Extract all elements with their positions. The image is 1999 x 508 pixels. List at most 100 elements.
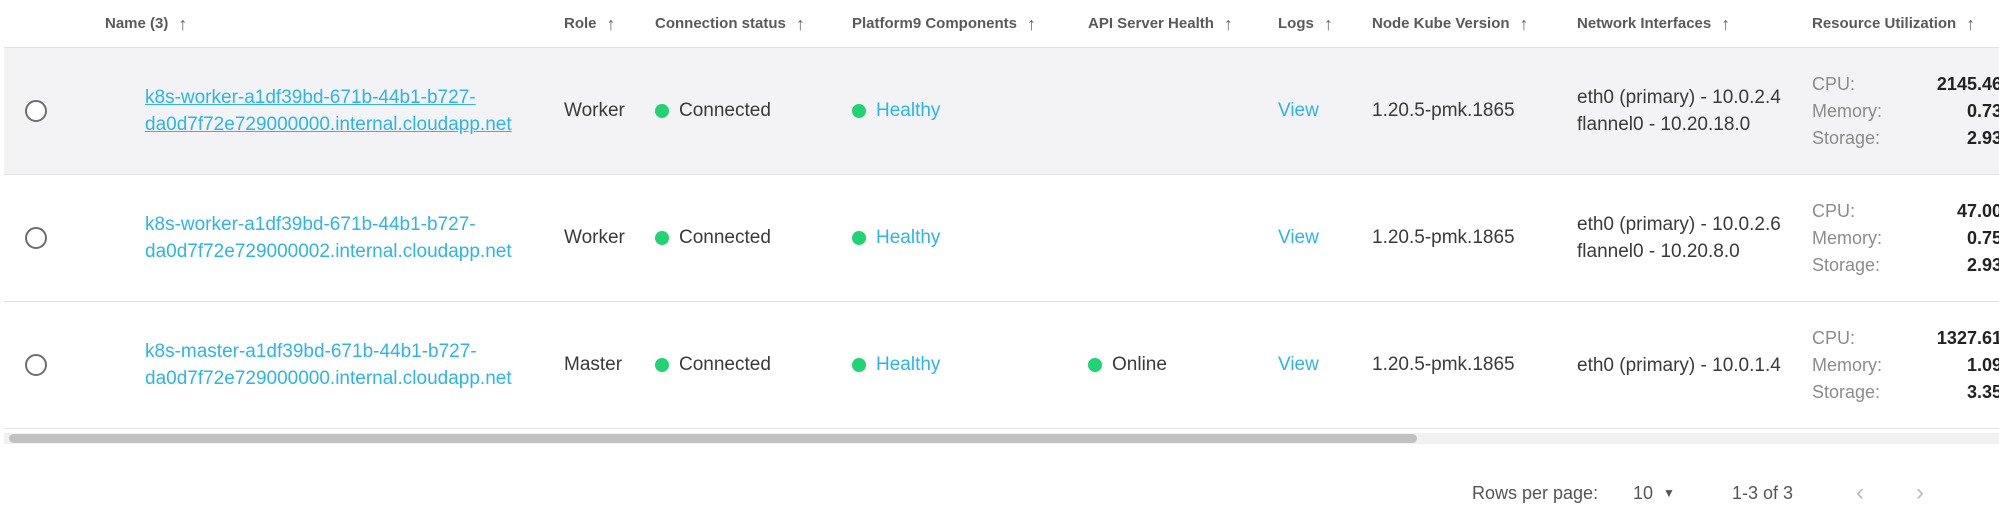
memory-label: Memory:	[1812, 100, 1883, 121]
arrow-up-icon[interactable]: ↑	[1520, 15, 1529, 33]
memory-value: 1.09	[1966, 354, 1999, 375]
column-header-network-interfaces[interactable]: Network Interfaces ↑	[1577, 0, 1730, 47]
node-name-link[interactable]: k8s-master-a1df39bd-671b-44b1-b727- da0d7…	[145, 338, 512, 392]
table-row[interactable]: k8s-worker-a1df39bd-671b-44b1-b727- da0d7…	[4, 48, 1999, 175]
kube-version-cell: 1.20.5-pmk.1865	[1372, 100, 1515, 121]
column-header-platform9-components[interactable]: Platform9 Components ↑	[852, 0, 1036, 47]
column-label: Platform9 Components	[852, 15, 1018, 32]
rows-per-page-label: Rows per page:	[1472, 482, 1599, 503]
network-interfaces-cell: eth0 (primary) - 10.0.2.4 flannel0 - 10.2…	[1577, 48, 1781, 174]
network-interface: eth0 (primary) - 10.0.1.4	[1577, 354, 1781, 376]
cpu-label: CPU:	[1812, 200, 1856, 221]
column-label: Connection status	[655, 15, 786, 32]
storage-value: 2.93	[1966, 254, 1999, 275]
connection-status-text: Connected	[679, 100, 771, 121]
node-table-page: Name (3) ↑ Role ↑ Connection status ↑ Platf…	[0, 0, 1999, 506]
connection-status-text: Connected	[679, 227, 771, 248]
cpu-value: 1327.61	[1936, 327, 1999, 348]
api-server-health-cell: Online	[1088, 302, 1167, 428]
storage-value: 2.93	[1966, 127, 1999, 148]
scrollbar-thumb[interactable]	[9, 434, 1417, 443]
network-interface: flannel0 - 10.20.18.0	[1577, 114, 1751, 135]
components-cell: Healthy	[852, 175, 940, 301]
connection-status-cell: Connected	[655, 175, 771, 301]
memory-value: 0.73	[1966, 100, 1999, 121]
cpu-label: CPU:	[1812, 73, 1856, 94]
storage-label: Storage:	[1812, 254, 1881, 275]
node-name-line: da0d7f72e729000000.internal.cloudapp.net	[145, 368, 512, 389]
column-header-name[interactable]: Name (3) ↑	[105, 0, 187, 47]
arrow-up-icon[interactable]: ↑	[1224, 15, 1233, 33]
components-health-link[interactable]: Healthy	[876, 227, 940, 249]
connection-status-cell: Connected	[655, 302, 771, 428]
rows-per-page-select[interactable]: 10 ▼	[1633, 478, 1675, 508]
column-label: Resource Utilization	[1812, 15, 1957, 32]
previous-page-button[interactable]: ‹	[1856, 478, 1864, 508]
arrow-up-icon[interactable]: ↑	[1027, 15, 1036, 33]
column-header-node-kube-version[interactable]: Node Kube Version ↑	[1372, 0, 1529, 47]
logs-view-link[interactable]: View	[1278, 48, 1319, 174]
row-radio-button[interactable]	[25, 227, 47, 249]
node-name-line: k8s-worker-a1df39bd-671b-44b1-b727-	[145, 214, 476, 235]
connection-status-cell: Connected	[655, 48, 771, 174]
node-name-line: da0d7f72e729000000.internal.cloudapp.net	[145, 114, 512, 135]
column-header-resource-utilization[interactable]: Resource Utilization ↑	[1812, 0, 1975, 47]
rows-per-page-value: 10	[1633, 482, 1654, 503]
row-select-cell	[25, 48, 47, 174]
network-interfaces-cell: eth0 (primary) - 10.0.2.6 flannel0 - 10.2…	[1577, 175, 1781, 301]
next-page-button[interactable]: ›	[1916, 478, 1924, 508]
status-dot-icon	[852, 231, 866, 245]
status-dot-icon	[655, 231, 669, 245]
row-radio-button[interactable]	[25, 100, 47, 122]
components-health-link[interactable]: Healthy	[876, 100, 940, 122]
column-label: API Server Health	[1088, 15, 1214, 32]
cpu-value: 2145.46	[1936, 73, 1999, 94]
column-header-api-server-health[interactable]: API Server Health ↑	[1088, 0, 1233, 47]
memory-value: 0.75	[1966, 227, 1999, 248]
node-name-link[interactable]: k8s-worker-a1df39bd-671b-44b1-b727- da0d7…	[145, 84, 512, 138]
memory-label: Memory:	[1812, 227, 1883, 248]
arrow-up-icon[interactable]: ↑	[178, 15, 187, 33]
status-dot-icon	[852, 104, 866, 118]
role-cell: Worker	[564, 227, 625, 248]
node-name-line: k8s-master-a1df39bd-671b-44b1-b727-	[145, 341, 477, 362]
horizontal-scrollbar[interactable]	[4, 433, 1999, 444]
status-dot-icon	[852, 358, 866, 372]
arrow-up-icon[interactable]: ↑	[1721, 15, 1730, 33]
pagination-range: 1-3 of 3	[1732, 482, 1794, 503]
column-header-logs[interactable]: Logs ↑	[1278, 0, 1333, 47]
role-cell: Worker	[564, 100, 625, 121]
arrow-up-icon[interactable]: ↑	[796, 15, 805, 33]
resource-utilization-cell: CPU:1327.61/ 2 Memory:1.09/ 1 Storage:3.…	[1812, 302, 1999, 428]
node-name-link[interactable]: k8s-worker-a1df39bd-671b-44b1-b727- da0d7…	[145, 211, 512, 265]
table-header: Name (3) ↑ Role ↑ Connection status ↑ Platf…	[4, 0, 1999, 48]
network-interface: flannel0 - 10.20.8.0	[1577, 241, 1740, 262]
status-dot-icon	[655, 358, 669, 372]
table-row[interactable]: k8s-worker-a1df39bd-671b-44b1-b727- da0d7…	[4, 175, 1999, 302]
table-row[interactable]: k8s-master-a1df39bd-671b-44b1-b727- da0d7…	[4, 302, 1999, 429]
logs-view-link[interactable]: View	[1278, 175, 1319, 301]
column-header-role[interactable]: Role ↑	[564, 0, 616, 47]
status-dot-icon	[655, 104, 669, 118]
column-header-connection-status[interactable]: Connection status ↑	[655, 0, 805, 47]
cpu-label: CPU:	[1812, 327, 1856, 348]
components-cell: Healthy	[852, 48, 940, 174]
components-health-link[interactable]: Healthy	[876, 354, 940, 376]
kube-version-cell: 1.20.5-pmk.1865	[1372, 354, 1515, 375]
storage-value: 3.35	[1966, 381, 1999, 402]
arrow-up-icon[interactable]: ↑	[1966, 15, 1975, 33]
connection-status-text: Connected	[679, 354, 771, 375]
cpu-value: 47.00	[1956, 200, 1999, 221]
api-server-health-text: Online	[1112, 354, 1167, 375]
column-label: Name (3)	[105, 15, 169, 32]
network-interface: eth0 (primary) - 10.0.2.4	[1577, 87, 1781, 108]
memory-label: Memory:	[1812, 354, 1883, 375]
row-radio-button[interactable]	[25, 354, 47, 376]
arrow-up-icon[interactable]: ↑	[607, 15, 616, 33]
arrow-up-icon[interactable]: ↑	[1324, 15, 1333, 33]
logs-view-link[interactable]: View	[1278, 302, 1319, 428]
storage-label: Storage:	[1812, 127, 1881, 148]
node-name-cell: k8s-master-a1df39bd-671b-44b1-b727- da0d7…	[145, 302, 512, 428]
node-name-line: da0d7f72e729000002.internal.cloudapp.net	[145, 241, 512, 262]
resource-utilization-cell: CPU:47.00/ 2 Memory:0.75/ 1 Storage:2.93…	[1812, 175, 1999, 301]
